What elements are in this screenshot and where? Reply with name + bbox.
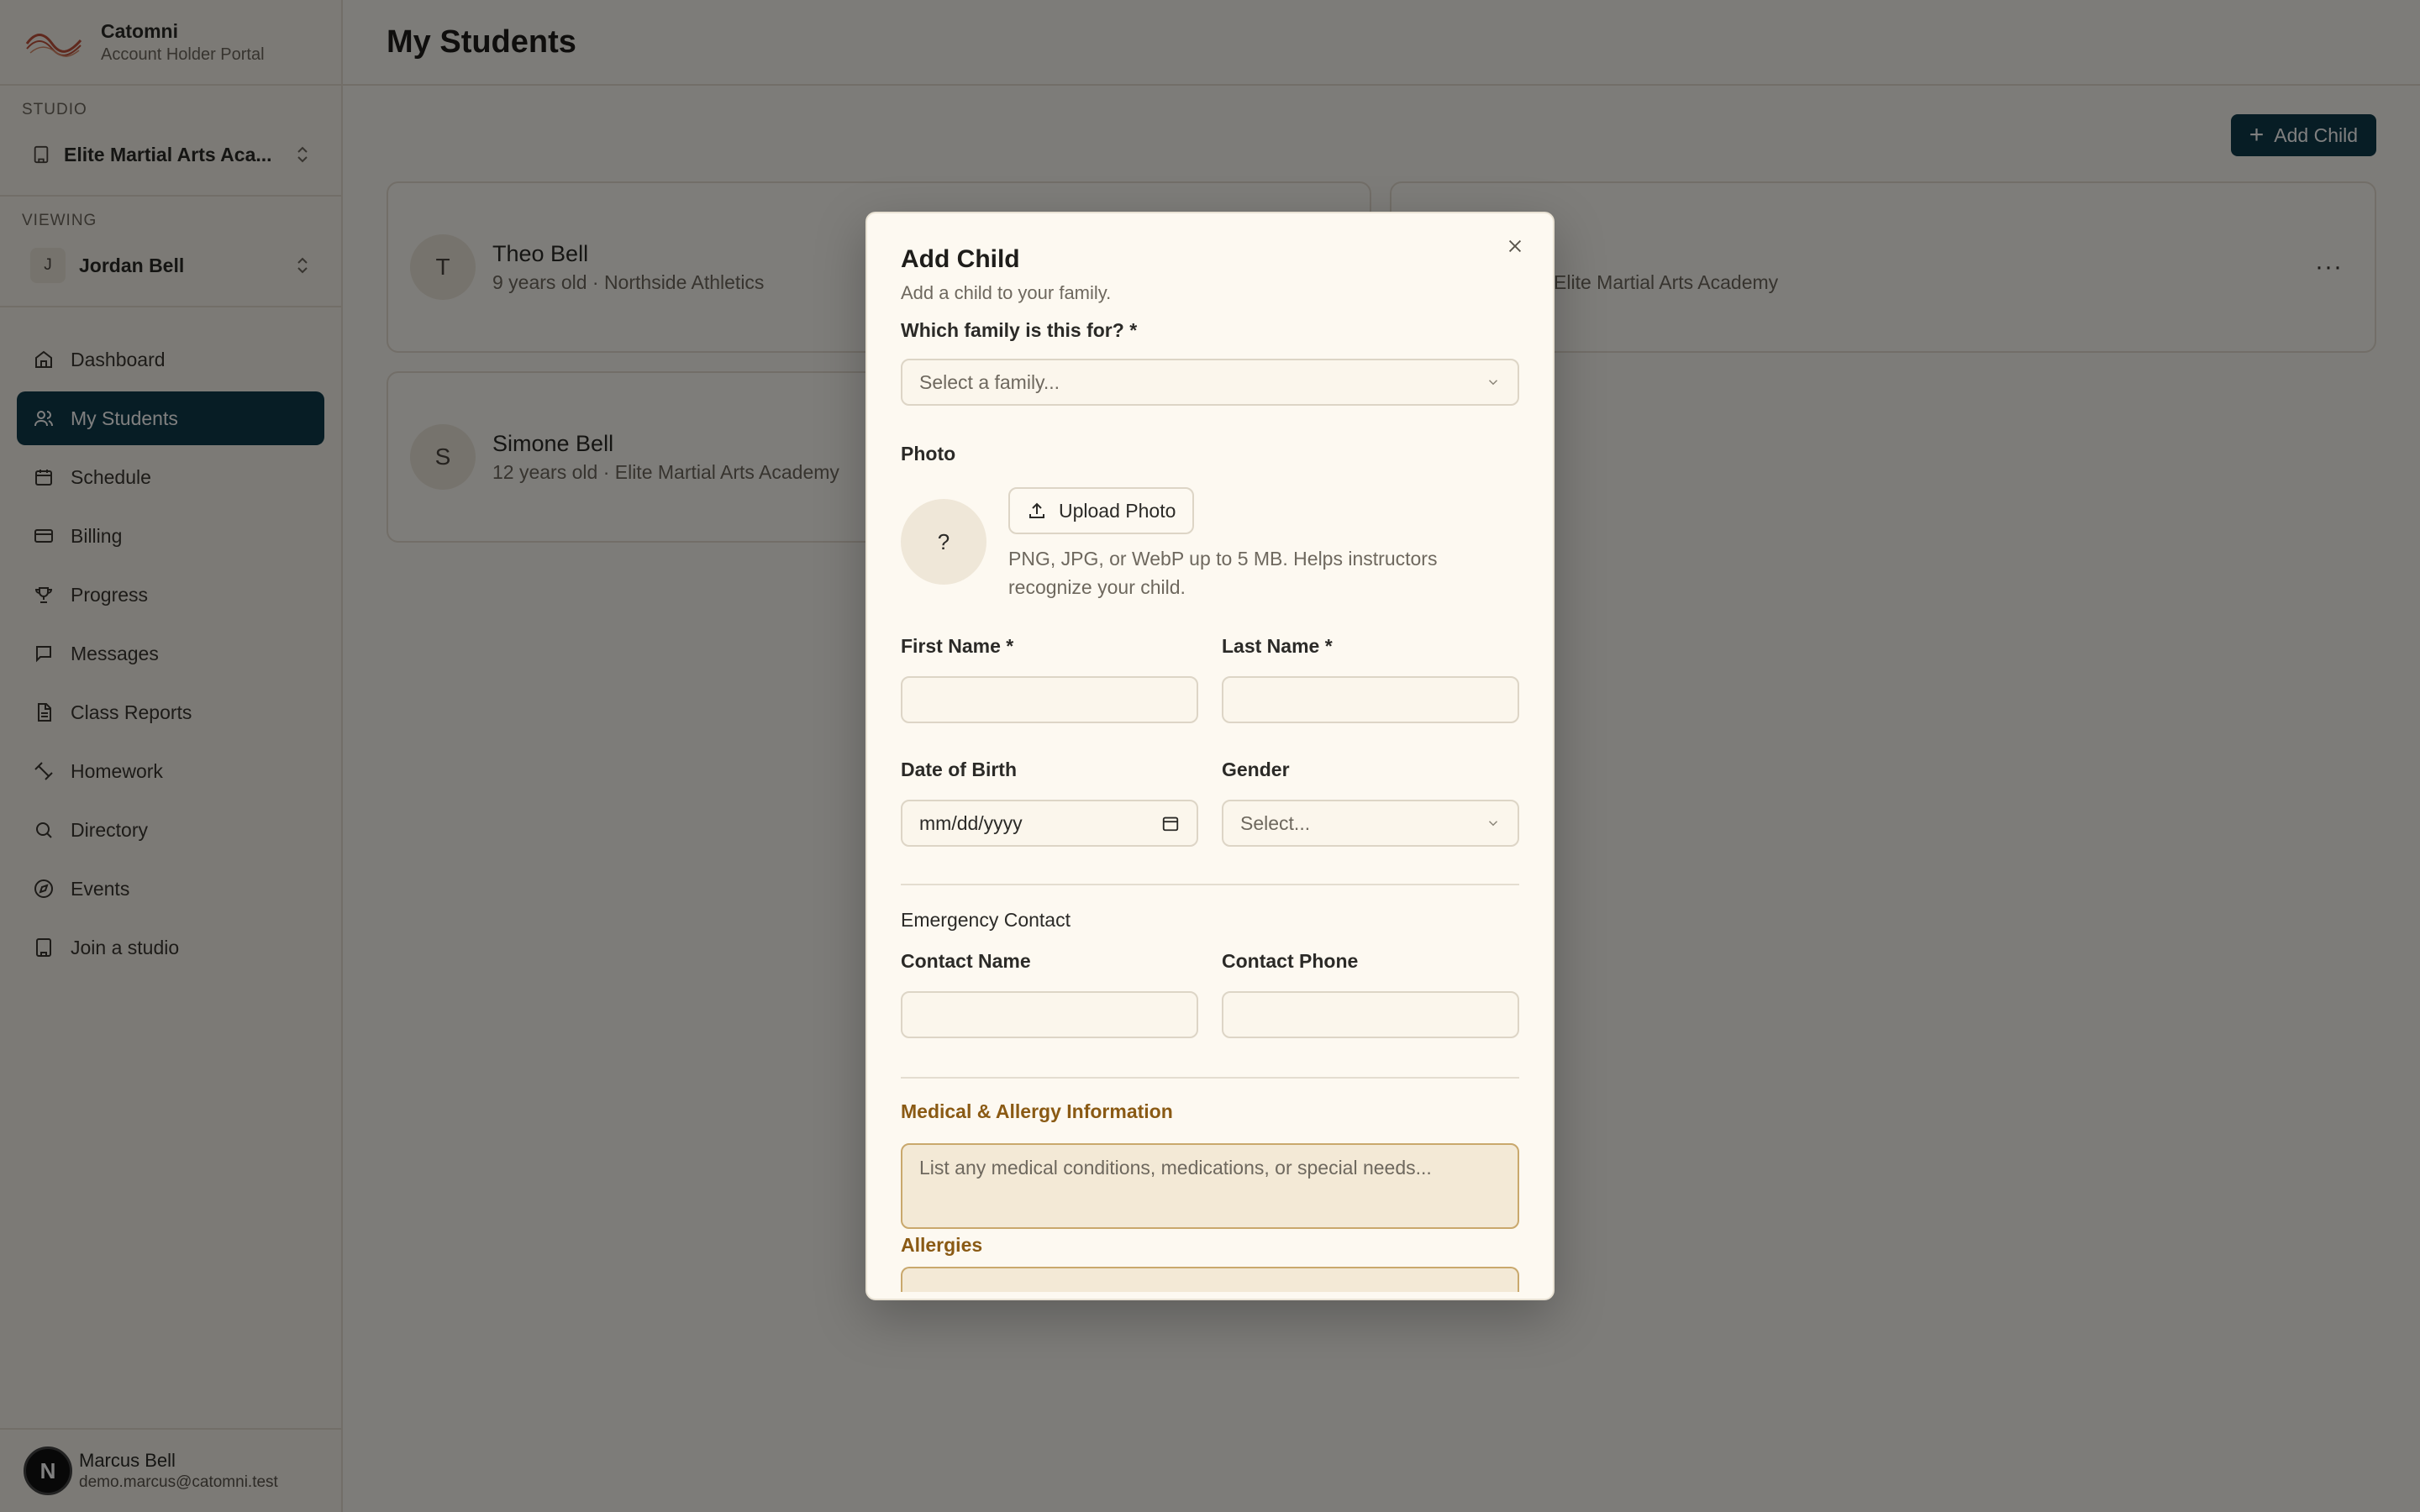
dob-input[interactable]: mm/dd/yyyy xyxy=(901,800,1198,847)
dob-gender-row: Date of Birth mm/dd/yyyy Gender Select..… xyxy=(901,759,1519,847)
last-name-input[interactable] xyxy=(1222,676,1519,723)
medical-placeholder: List any medical conditions, medications… xyxy=(919,1157,1432,1179)
photo-hint: PNG, JPG, or WebP up to 5 MB. Helps inst… xyxy=(1008,548,1438,598)
contact-phone-input[interactable] xyxy=(1222,991,1519,1038)
photo-placeholder: ? xyxy=(901,499,986,585)
close-icon[interactable] xyxy=(1502,235,1528,260)
gender-label: Gender xyxy=(1222,759,1290,780)
dob-placeholder: mm/dd/yyyy xyxy=(919,811,1023,834)
contact-phone-label: Contact Phone xyxy=(1222,950,1359,972)
name-row: First Name * Last Name * xyxy=(901,635,1519,723)
first-name-label: First Name * xyxy=(901,635,1014,657)
chevron-down-icon xyxy=(1488,380,1498,386)
family-select[interactable]: Select a family... xyxy=(901,359,1519,406)
gender-placeholder: Select... xyxy=(1240,811,1311,834)
dialog-title: Add Child xyxy=(901,245,1020,273)
family-label: Which family is this for? * xyxy=(901,319,1138,341)
contact-name-input[interactable] xyxy=(901,991,1198,1038)
dob-label: Date of Birth xyxy=(901,759,1017,780)
photo-label: Photo xyxy=(901,443,956,465)
upload-photo-label: Upload Photo xyxy=(1059,499,1176,522)
family-placeholder: Select a family... xyxy=(919,370,1060,393)
photo-row: ? Upload Photo PNG, JPG, or WebP up to 5… xyxy=(901,487,1519,601)
calendar-icon[interactable] xyxy=(1161,814,1180,832)
medical-textarea[interactable]: List any medical conditions, medications… xyxy=(901,1143,1519,1229)
add-child-dialog: Add Child Add a child to your family. Wh… xyxy=(865,212,1555,1300)
divider xyxy=(901,1077,1519,1079)
emergency-heading: Emergency Contact xyxy=(901,909,1071,931)
gender-select[interactable]: Select... xyxy=(1222,800,1519,847)
divider xyxy=(901,884,1519,885)
dialog-description: Add a child to your family. xyxy=(901,282,1112,303)
first-name-input[interactable] xyxy=(901,676,1198,723)
upload-photo-button[interactable]: Upload Photo xyxy=(1008,487,1195,534)
chevron-down-icon xyxy=(1488,821,1498,827)
allergies-label: Allergies xyxy=(901,1234,983,1256)
contact-name-label: Contact Name xyxy=(901,950,1031,972)
last-name-label: Last Name * xyxy=(1222,635,1333,657)
medical-heading: Medical & Allergy Information xyxy=(901,1100,1173,1122)
allergies-textarea[interactable] xyxy=(901,1267,1519,1292)
emergency-row: Contact Name Contact Phone xyxy=(901,950,1519,1038)
upload-icon xyxy=(1029,502,1044,518)
